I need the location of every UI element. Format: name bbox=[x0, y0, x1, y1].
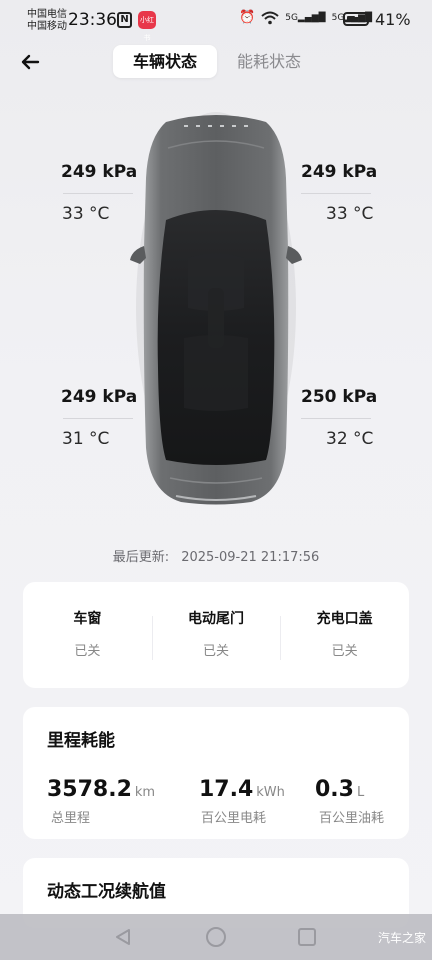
nav-recents-icon[interactable] bbox=[298, 928, 316, 946]
metric-unit: kWh bbox=[256, 785, 285, 800]
status-value: 已关 bbox=[203, 644, 230, 659]
back-arrow-icon[interactable] bbox=[18, 50, 42, 74]
divider bbox=[63, 418, 133, 419]
wifi-icon bbox=[261, 11, 279, 24]
card-title: 里程耗能 bbox=[47, 731, 115, 751]
metric-label: 总里程 bbox=[51, 811, 91, 826]
status-label: 电动尾门 bbox=[188, 611, 244, 627]
divider bbox=[301, 193, 371, 194]
card-title: 动态工况续航值 bbox=[47, 882, 166, 902]
metric-unit: L bbox=[356, 785, 365, 800]
status-value: 已关 bbox=[331, 644, 358, 659]
tire-rear-right: 250 kPa 32 °C bbox=[301, 387, 381, 449]
tire-pressure: 249 kPa bbox=[61, 162, 138, 182]
tire-temperature: 32 °C bbox=[326, 429, 374, 449]
last-update-value: 2025-09-21 21:17:56 bbox=[181, 550, 320, 565]
tab-vehicle-status[interactable]: 车辆状态 bbox=[113, 45, 217, 78]
signal-1-icon: 5G▂▄▆█ bbox=[285, 12, 326, 23]
metric-power-consumption: 17.4 kWh 百公里电耗 bbox=[199, 777, 285, 826]
metric-value: 17.4 bbox=[199, 777, 254, 802]
battery-percent: 41% bbox=[375, 10, 411, 29]
metric-label: 百公里油耗 bbox=[319, 811, 385, 826]
last-update: 最后更新: 2025-09-21 21:17:56 bbox=[0, 546, 432, 565]
tab-bar: 车辆状态 能耗状态 bbox=[113, 45, 321, 78]
status-label: 充电口盖 bbox=[316, 611, 373, 627]
nfc-icon: N bbox=[117, 12, 132, 28]
metric-value: 0.3 bbox=[315, 777, 354, 802]
status-tailgate: 电动尾门 已关 bbox=[151, 582, 281, 688]
tire-temperature: 33 °C bbox=[326, 204, 374, 224]
metric-fuel-consumption: 0.3 L 百公里油耗 bbox=[315, 777, 384, 826]
clock: 23:36 bbox=[68, 10, 117, 30]
divider bbox=[63, 193, 133, 194]
nav-home-icon[interactable] bbox=[206, 927, 226, 947]
battery-icon bbox=[343, 12, 369, 26]
vehicle-status-card: 车窗 已关 电动尾门 已关 充电口盖 已关 bbox=[23, 582, 409, 688]
metric-label: 百公里电耗 bbox=[201, 811, 267, 826]
status-label: 车窗 bbox=[73, 611, 102, 627]
tire-temperature: 33 °C bbox=[62, 204, 110, 224]
last-update-label: 最后更新: bbox=[112, 550, 170, 565]
tire-front-right: 249 kPa 33 °C bbox=[301, 162, 381, 224]
watermark: 汽车之家 bbox=[377, 931, 426, 945]
tab-energy-status[interactable]: 能耗状态 bbox=[217, 45, 321, 78]
signal-1-label: 5G bbox=[285, 12, 298, 23]
status-bar: 中国电信 中国移动 23:36 N 小红书 ⏰ 5G▂▄▆█ 5G▂▄▆█ 41… bbox=[0, 0, 432, 42]
mileage-energy-card[interactable]: 里程耗能 3578.2 km 总里程 17.4 kWh 百公里电耗 0.3 L 百公里… bbox=[23, 707, 409, 839]
metric-value: 3578.2 bbox=[47, 777, 132, 802]
status-value: 已关 bbox=[74, 644, 101, 659]
tire-pressure: 250 kPa bbox=[301, 387, 378, 407]
carrier-info: 中国电信 中国移动 bbox=[27, 9, 67, 33]
tire-temperature: 31 °C bbox=[62, 429, 110, 449]
nav-back-icon[interactable] bbox=[114, 928, 132, 946]
tire-rear-left: 249 kPa 31 °C bbox=[61, 387, 141, 449]
carrier-1: 中国电信 bbox=[27, 9, 67, 20]
divider bbox=[301, 418, 371, 419]
metric-odometer: 3578.2 km 总里程 bbox=[47, 777, 155, 826]
carrier-2: 中国移动 bbox=[27, 21, 67, 32]
alarm-icon: ⏰ bbox=[239, 10, 256, 25]
metric-unit: km bbox=[134, 785, 156, 800]
tire-pressure: 249 kPa bbox=[301, 162, 378, 182]
app-notification-icon: 小红书 bbox=[138, 11, 156, 42]
system-nav-bar bbox=[0, 914, 432, 960]
status-window: 车窗 已关 bbox=[23, 582, 152, 688]
tire-front-left: 249 kPa 33 °C bbox=[61, 162, 141, 224]
status-charge-port: 充电口盖 已关 bbox=[280, 582, 409, 688]
tire-pressure: 249 kPa bbox=[61, 387, 138, 407]
car-top-view-image bbox=[130, 112, 302, 505]
